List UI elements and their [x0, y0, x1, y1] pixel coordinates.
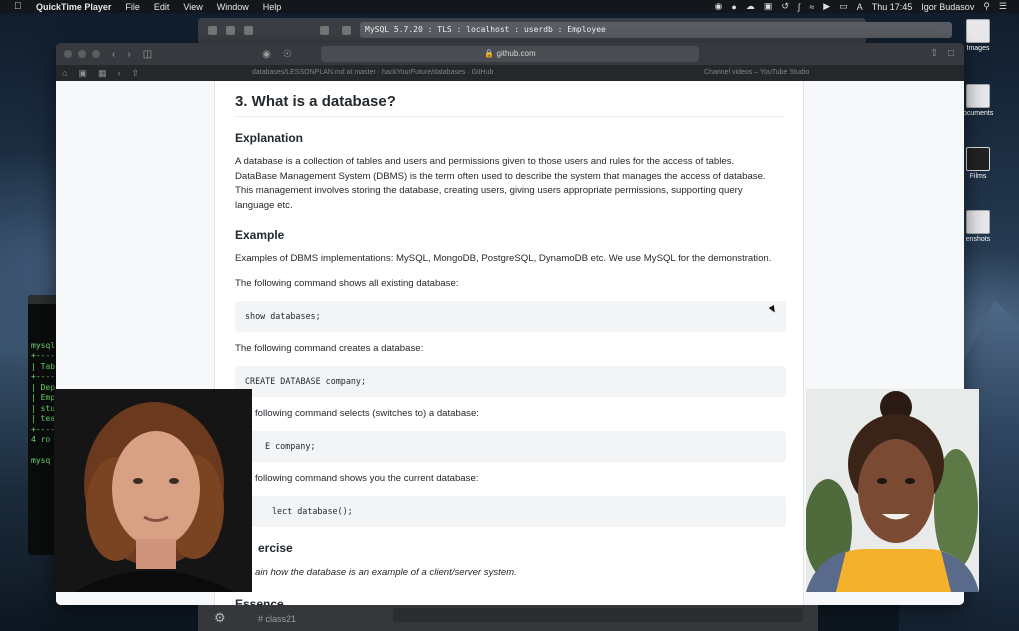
terminal-window-titlebar: MySQL 5.7.20 : TLS : localhost : userdb … [198, 18, 952, 44]
screenshot-icon [966, 210, 990, 234]
command-4-description: following command shows you the current … [255, 473, 479, 484]
desktop-icon-screenshots[interactable]: enshots [963, 210, 993, 243]
film-icon [966, 147, 990, 171]
channel-name[interactable]: # class21 [258, 614, 296, 624]
document-icon [966, 84, 990, 108]
menu-help[interactable]: Help [263, 2, 282, 12]
desktop-icon-images[interactable]: Images [963, 19, 993, 52]
tabs-overview-icon[interactable]: □ [948, 48, 954, 59]
desktop-icon-films[interactable]: Films [963, 147, 993, 180]
window-control-icon[interactable] [244, 26, 253, 35]
forward-icon[interactable]: › [127, 49, 130, 60]
desktop-icon-label: Films [969, 173, 987, 180]
explanation-paragraph: A database is a collection of tables and… [235, 155, 791, 213]
presenter-photo [806, 389, 979, 592]
window-control-icon[interactable] [226, 26, 235, 35]
explanation-line: language etc. [235, 199, 293, 211]
lock-icon[interactable] [320, 26, 329, 35]
menu-view[interactable]: View [183, 2, 202, 12]
example-paragraph: Examples of DBMS implementations: MySQL,… [235, 253, 772, 264]
menu-edit[interactable]: Edit [154, 2, 170, 12]
address-bar[interactable]: 🔒 github.com [321, 46, 699, 62]
explanation-line: A database is a collection of tables and… [235, 156, 735, 167]
tab-github[interactable]: databases/LESSONPLAN.md at master · hack… [252, 69, 493, 76]
back-icon[interactable]: ‹ [112, 49, 115, 60]
menu-app-name[interactable]: QuickTime Player [36, 2, 111, 12]
explanation-line: This management involves storing the dat… [235, 185, 743, 196]
code-block-create-database[interactable]: CREATE DATABASE company; [235, 366, 786, 397]
apple-icon[interactable]:  [14, 1, 26, 12]
tab-toolbar-icons: ⌂ ▣ ▦ ‹ ⇧ [62, 68, 139, 79]
code-block-use-database[interactable]: E company; [235, 431, 786, 462]
code-block-select-database[interactable]: lect database(); [235, 496, 786, 527]
save-icon[interactable]: ▣ [78, 68, 87, 79]
code-block-show-databases[interactable]: show databases; [235, 301, 786, 332]
command-1-description: The following command shows all existing… [235, 278, 459, 289]
explanation-line: DataBase Management System (DBMS) is the… [235, 170, 766, 182]
command-3-description: following command selects (switches to) … [255, 408, 479, 419]
screen-record-icon[interactable]: ◉ [715, 1, 723, 12]
wifi-icon[interactable]: ≈ [809, 2, 814, 12]
url-text: github.com [496, 49, 536, 58]
chat-icon[interactable]: ● [731, 2, 736, 12]
section-heading: 3. What is a database? [235, 93, 396, 110]
input-source-icon[interactable]: A [857, 2, 863, 12]
tabs-icon[interactable]: ▦ [98, 68, 107, 79]
heading-divider [235, 116, 785, 117]
menu-file[interactable]: File [125, 2, 140, 12]
menu-window[interactable]: Window [217, 2, 249, 12]
chat-app-strip: ⚙ # class21 [198, 605, 818, 631]
code-select-text: lect database(); [272, 506, 353, 516]
webcam-presenter-left [54, 389, 252, 592]
menu-bar:  QuickTime Player File Edit View Window… [0, 0, 1019, 13]
example-heading: Example [235, 228, 285, 242]
code-use-text: E company; [265, 441, 316, 451]
menu-user[interactable]: Igor Budasov [921, 2, 974, 12]
webcam-presenter-right [806, 389, 979, 592]
refresh-icon[interactable] [342, 26, 351, 35]
sidebar-icon[interactable]: ◫ [143, 49, 152, 60]
spotlight-icon[interactable]: ⚲ [983, 1, 990, 12]
desktop-icon-label: Images [966, 45, 990, 52]
markdown-article: 3. What is a database? Explanation A dat… [214, 81, 804, 605]
desktop-icon-label: enshots [965, 236, 991, 243]
tab-youtube[interactable]: Channel videos – YouTube Studio [704, 69, 809, 76]
desktop-icon-documents[interactable]: ocuments [963, 84, 993, 117]
folder-icon [966, 19, 990, 43]
message-input[interactable] [393, 608, 803, 622]
exercise-paragraph: ain how the database is an example of a … [255, 567, 517, 578]
time-machine-icon[interactable]: ↺ [781, 1, 789, 12]
close-window-icon[interactable] [64, 50, 72, 58]
cloud-icon[interactable]: ☁ [746, 1, 755, 12]
display-icon[interactable]: ▣ [764, 1, 773, 12]
browser-toolbar: ‹ › ◫ ◉ ☉ 🔒 github.com ⇧ □ [56, 43, 964, 65]
desktop-icon-label: ocuments [963, 110, 994, 117]
window-control-icon[interactable] [208, 26, 217, 35]
notification-center-icon[interactable]: ☰ [999, 1, 1007, 12]
command-2-description: The following command creates a database… [235, 343, 424, 354]
tab-bar: ⌂ ▣ ▦ ‹ ⇧ databases/LESSONPLAN.md at mas… [56, 65, 964, 81]
volume-icon[interactable]: ▶ [823, 1, 830, 12]
essence-heading: Essence [235, 597, 284, 605]
share-icon[interactable]: ⇧ [930, 48, 938, 59]
upload-icon[interactable]: ⇧ [131, 68, 139, 79]
exercise-heading: ercise [258, 541, 293, 555]
gear-icon[interactable]: ⚙ [214, 610, 226, 626]
battery-icon[interactable]: ▭ [839, 1, 848, 12]
pin-icon[interactable]: ◉ [262, 49, 271, 60]
menu-clock[interactable]: Thu 17:45 [872, 2, 913, 12]
prev-icon[interactable]: ‹ [117, 68, 120, 79]
bluetooth-icon[interactable]: ∫ [798, 2, 800, 12]
zoom-window-icon[interactable] [92, 50, 100, 58]
terminal-title[interactable]: MySQL 5.7.20 : TLS : localhost : userdb … [360, 22, 952, 38]
minimize-window-icon[interactable] [78, 50, 86, 58]
explanation-heading: Explanation [235, 131, 304, 145]
lock-icon: 🔒 [484, 49, 497, 58]
window-controls [64, 50, 100, 58]
home-icon[interactable]: ⌂ [62, 68, 67, 79]
presenter-photo [54, 389, 252, 592]
shield-icon[interactable]: ☉ [283, 49, 292, 60]
